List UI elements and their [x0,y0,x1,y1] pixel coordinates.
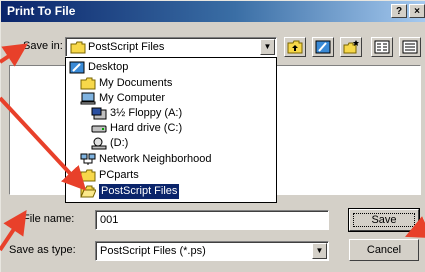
list-view-icon [374,40,390,54]
dropdown-item-label: Network Neighborhood [99,153,212,165]
save-as-type-label: Save as type: [9,244,76,256]
list-view-button[interactable] [371,37,393,57]
dropdown-item-desktop[interactable]: Desktop [69,60,128,75]
dropdown-item-hard-drive[interactable]: Hard drive (C:) [91,121,182,136]
cd-drive-icon [91,137,107,150]
dropdown-item-pcparts[interactable]: PCparts [80,168,139,183]
details-view-icon [402,40,418,54]
help-button[interactable]: ? [391,4,407,18]
save-as-type-value: PostScript Files (*.ps) [100,245,206,257]
save-in-dropdown-button[interactable]: ▼ [260,39,275,55]
file-name-label: File name: [23,213,75,225]
save-as-type-dropdown-button[interactable]: ▼ [312,243,327,259]
save-in-label: Save in: [23,40,63,52]
dropdown-item-label: My Computer [99,92,166,104]
close-button[interactable]: × [409,4,425,18]
folder-icon [80,77,96,90]
save-button[interactable]: Save [348,208,420,232]
desktop-icon [315,40,331,54]
title-bar: Print To File ? × [1,1,425,22]
folder-icon [70,41,86,54]
open-folder-icon [80,185,96,198]
dropdown-item-my-computer[interactable]: My Computer [80,91,165,106]
dropdown-item-label: PCparts [99,169,139,181]
up-one-level-button[interactable] [284,37,306,57]
dropdown-item-label: Hard drive (C:) [110,122,183,134]
dropdown-item-d-drive[interactable]: (D:) [91,136,128,151]
save-as-type-combo[interactable]: PostScript Files (*.ps) ▼ [95,241,329,261]
chevron-down-icon: ▼ [263,42,272,51]
dropdown-item-label: My Documents [99,77,173,89]
save-in-value: PostScript Files [88,41,165,53]
new-folder-button[interactable] [340,37,362,57]
window-title: Print To File [7,4,76,18]
file-name-input[interactable]: 001 [95,210,329,230]
save-button-label: Save [350,210,418,230]
desktop-icon [69,61,85,74]
folder-icon [80,169,96,182]
chevron-down-icon: ▼ [315,246,324,255]
dropdown-item-postscript-files[interactable]: PostScript Files [80,183,181,200]
save-in-combo[interactable]: PostScript Files ▼ [65,37,277,57]
dropdown-item-floppy[interactable]: 3½ Floppy (A:) [91,106,182,121]
hard-drive-icon [91,125,107,133]
cancel-button[interactable]: Cancel [349,239,419,261]
dropdown-item-label: (D:) [110,137,129,149]
desktop-button[interactable] [312,37,334,57]
dropdown-item-network-neighborhood[interactable]: Network Neighborhood [80,152,212,167]
print-to-file-dialog: Print To File ? × Save in: PostScript Fi… [0,0,425,272]
dropdown-item-label: 3½ Floppy (A:) [110,107,183,119]
dropdown-item-my-documents[interactable]: My Documents [80,76,172,91]
save-in-dropdown-list: Desktop My Documents My Computer 3½ Flop… [65,57,277,203]
details-view-button[interactable] [399,37,421,57]
up-one-level-icon [287,40,303,54]
floppy-icon [91,107,107,120]
computer-icon [80,92,96,105]
dropdown-item-label: Desktop [88,61,129,73]
dropdown-item-label: PostScript Files [97,183,181,200]
network-icon [80,153,96,165]
new-folder-icon [343,40,359,54]
